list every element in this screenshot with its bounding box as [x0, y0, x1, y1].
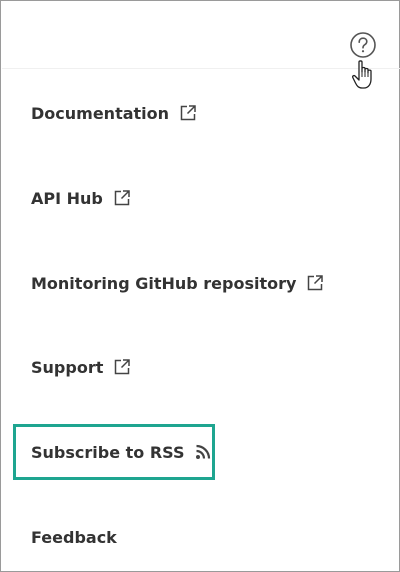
menu-item-documentation[interactable]: Documentation — [31, 101, 197, 125]
menu-item-label: API Hub — [31, 188, 103, 208]
menu-item-api-hub[interactable]: API Hub — [31, 186, 131, 210]
rss-icon — [194, 443, 212, 461]
menu-item-feedback[interactable]: Feedback — [31, 525, 117, 549]
help-menu: Documentation API Hub Monitoring GitHub … — [1, 1, 399, 571]
menu-item-label: Documentation — [31, 103, 170, 123]
external-link-icon — [113, 358, 131, 376]
menu-item-label: Monitoring GitHub repository — [31, 273, 297, 293]
external-link-icon — [306, 274, 324, 292]
menu-item-subscribe-rss[interactable]: Subscribe to RSS — [31, 440, 212, 464]
help-menu-panel: Documentation API Hub Monitoring GitHub … — [0, 0, 400, 572]
menu-item-label: Subscribe to RSS — [31, 442, 185, 462]
menu-item-support[interactable]: Support — [31, 355, 131, 379]
external-link-icon — [113, 189, 131, 207]
menu-item-label: Feedback — [31, 527, 117, 547]
menu-item-label: Support — [31, 357, 104, 377]
external-link-icon — [179, 104, 197, 122]
menu-item-github-repository[interactable]: Monitoring GitHub repository — [31, 271, 324, 295]
